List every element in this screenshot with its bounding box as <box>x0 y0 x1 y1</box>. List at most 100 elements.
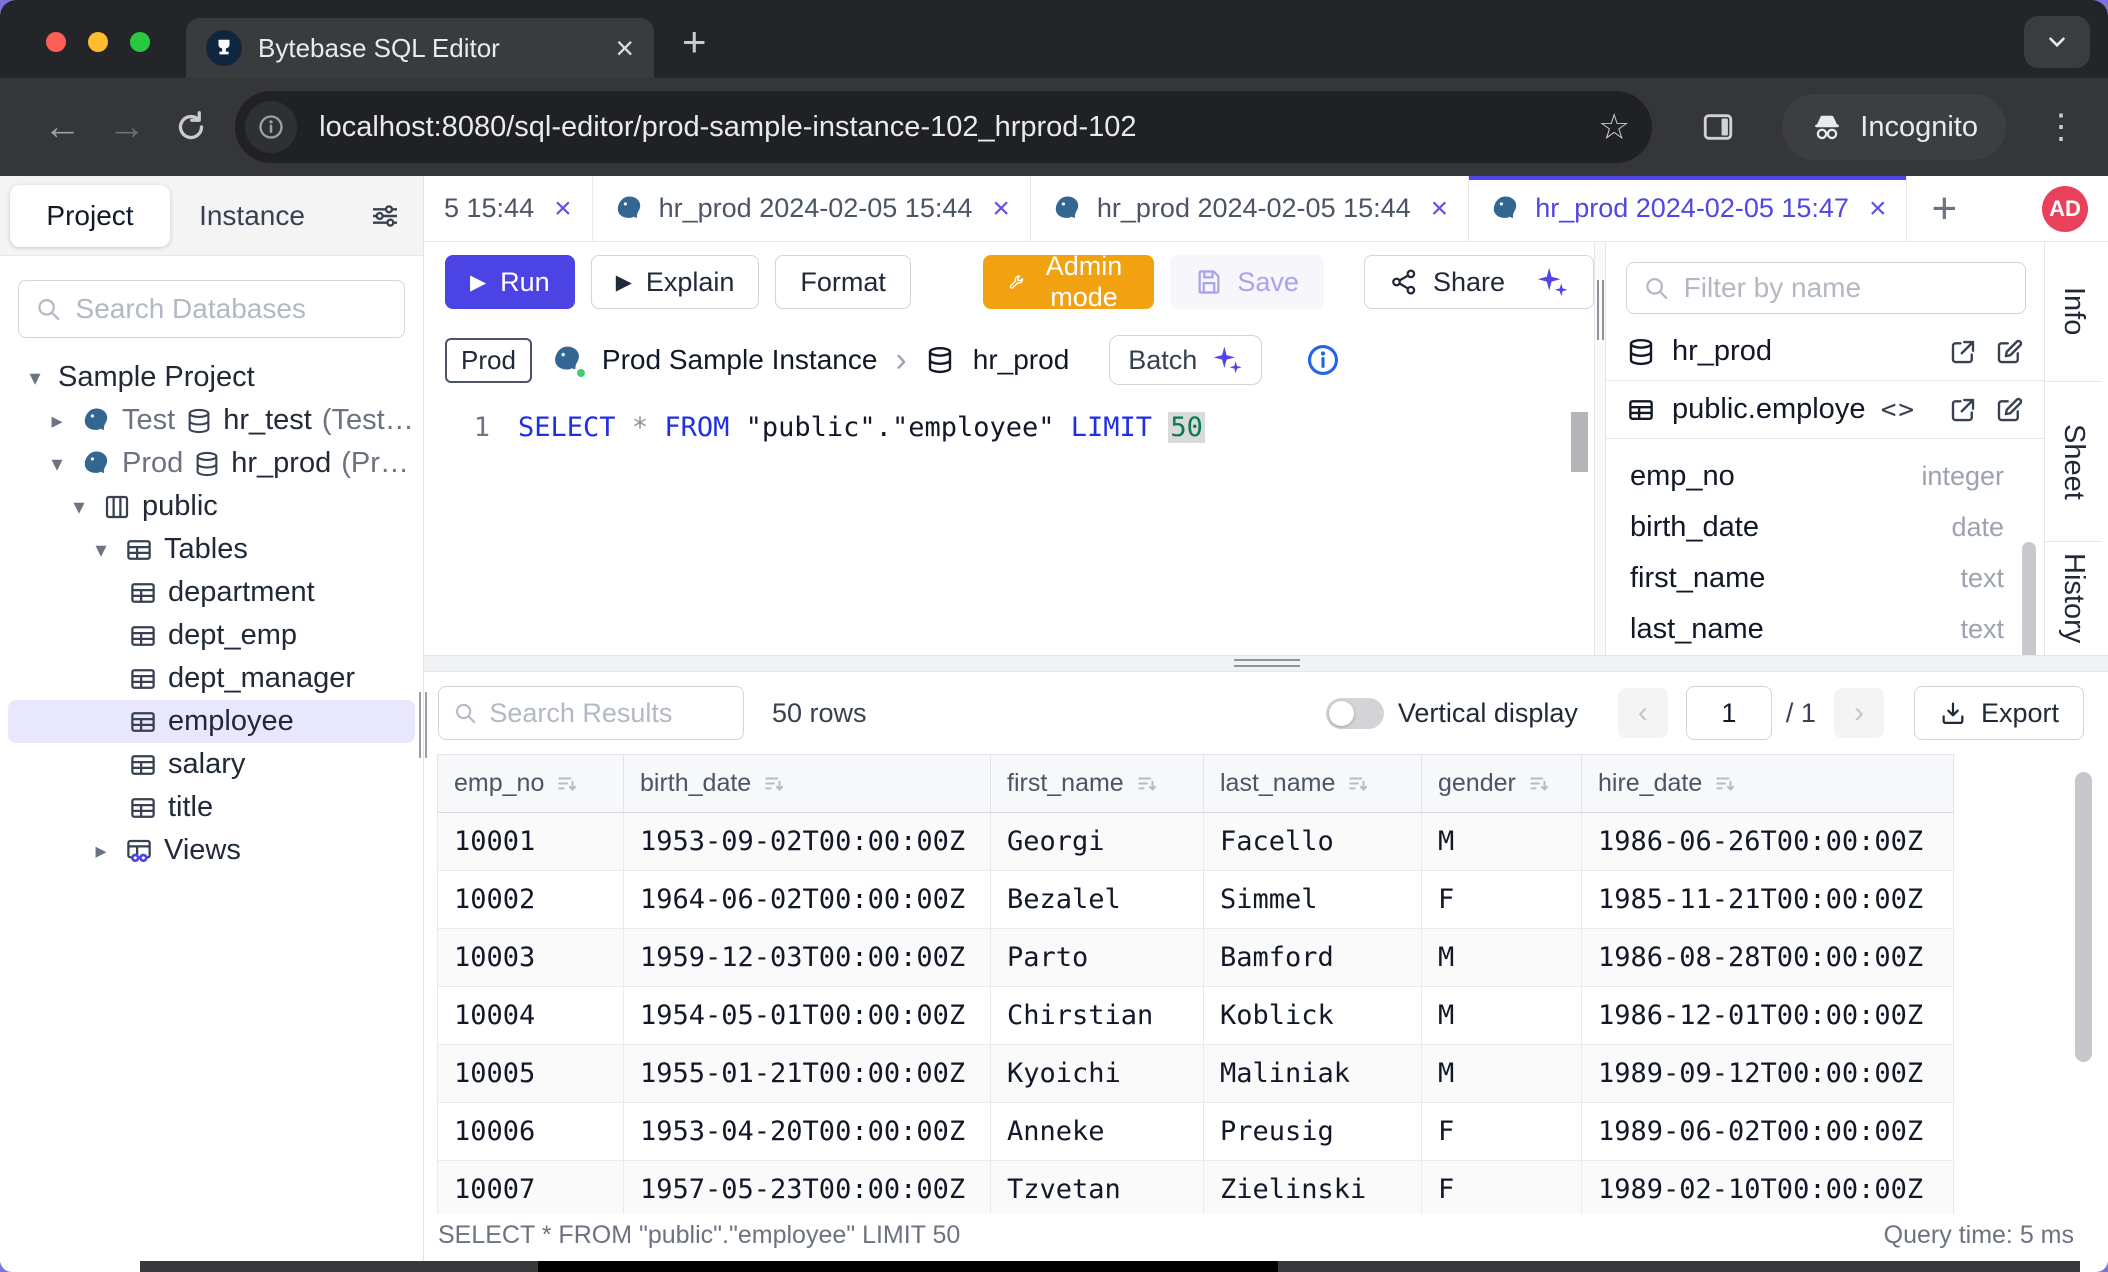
column-row[interactable]: last_name text <box>1630 604 2004 655</box>
admin-mode-button[interactable]: Admin mode <box>983 255 1154 309</box>
cell-last-name[interactable]: Bamford <box>1204 929 1422 987</box>
cell-birth-date[interactable]: 1959-12-03T00:00:00Z <box>624 929 991 987</box>
cell-emp-no[interactable]: 10004 <box>438 987 624 1045</box>
column-header[interactable]: emp_no <box>438 755 624 813</box>
close-window-button[interactable] <box>46 32 66 52</box>
table-row[interactable]: 10002 1964-06-02T00:00:00Z Bezalel Simme… <box>438 871 1954 929</box>
close-tab-icon[interactable]: × <box>1869 192 1887 226</box>
panel-resize-handle[interactable] <box>1594 242 1606 655</box>
rail-tab-history[interactable]: History <box>2045 542 2102 655</box>
format-button[interactable]: Format <box>775 255 911 309</box>
cell-first-name[interactable]: Anneke <box>991 1103 1204 1161</box>
column-row[interactable]: emp_no integer <box>1630 451 2004 502</box>
new-tab-button[interactable]: + <box>682 18 707 66</box>
results-scrollbar-thumb[interactable] <box>2075 772 2092 1062</box>
tab-project[interactable]: Project <box>10 185 170 247</box>
instance-name[interactable]: Prod Sample Instance <box>602 344 878 376</box>
close-tab-icon[interactable]: × <box>554 192 572 226</box>
chevron-down-icon[interactable]: ▾ <box>22 365 48 391</box>
tree-item-table-employee-selected[interactable]: employee <box>8 700 415 743</box>
side-panel-button[interactable] <box>1700 110 1736 144</box>
database-name[interactable]: hr_prod <box>973 344 1070 376</box>
forward-button[interactable]: → <box>94 106 158 149</box>
user-avatar[interactable]: AD <box>2042 186 2088 232</box>
cell-last-name[interactable]: Koblick <box>1204 987 1422 1045</box>
cell-first-name[interactable]: Georgi <box>991 813 1204 871</box>
cell-emp-no[interactable]: 10002 <box>438 871 624 929</box>
cell-hire-date[interactable]: 1989-09-12T00:00:00Z <box>1582 1045 1954 1103</box>
cell-birth-date[interactable]: 1964-06-02T00:00:00Z <box>624 871 991 929</box>
tab-instance[interactable]: Instance <box>170 200 334 232</box>
cell-first-name[interactable]: Parto <box>991 929 1204 987</box>
database-search[interactable] <box>18 280 405 338</box>
back-button[interactable]: ← <box>30 106 94 149</box>
cell-gender[interactable]: M <box>1422 929 1582 987</box>
cell-gender[interactable]: F <box>1422 1161 1582 1215</box>
cell-first-name[interactable]: Kyoichi <box>991 1045 1204 1103</box>
schema-filter[interactable] <box>1626 262 2026 314</box>
cell-gender[interactable]: F <box>1422 1103 1582 1161</box>
page-number-input[interactable] <box>1686 686 1772 740</box>
tree-item-table-department[interactable]: department <box>0 571 423 614</box>
chevron-down-icon[interactable]: ▾ <box>44 451 70 477</box>
cell-first-name[interactable]: Chirstian <box>991 987 1204 1045</box>
cell-gender[interactable]: M <box>1422 813 1582 871</box>
browser-tab[interactable]: Bytebase SQL Editor × <box>186 18 654 78</box>
chevron-down-icon[interactable]: ▾ <box>66 494 92 520</box>
cell-birth-date[interactable]: 1953-04-20T00:00:00Z <box>624 1103 991 1161</box>
sort-icon[interactable] <box>556 773 578 795</box>
table-row[interactable]: 10003 1959-12-03T00:00:00Z Parto Bamford… <box>438 929 1954 987</box>
cell-hire-date[interactable]: 1989-02-10T00:00:00Z <box>1582 1161 1954 1215</box>
run-button[interactable]: ▶ Run <box>445 255 575 309</box>
tree-item-hr-test[interactable]: ▸ Test hr_test (Test… <box>0 399 423 442</box>
table-row[interactable]: 10006 1953-04-20T00:00:00Z Anneke Preusi… <box>438 1103 1954 1161</box>
minimize-window-button[interactable] <box>88 32 108 52</box>
editor-tab-1[interactable]: hr_prod 2024-02-05 15:44 × <box>593 176 1031 241</box>
column-header[interactable]: birth_date <box>624 755 991 813</box>
database-search-input[interactable] <box>76 293 388 325</box>
zoom-window-button[interactable] <box>130 32 150 52</box>
rail-tab-info[interactable]: Info <box>2045 242 2102 382</box>
sql-editor[interactable]: 1 SELECT * FROM "public"."employee" LIMI… <box>424 398 1594 655</box>
tree-item-tables-group[interactable]: ▾ Tables <box>0 528 423 571</box>
cell-hire-date[interactable]: 1986-08-28T00:00:00Z <box>1582 929 1954 987</box>
edit-table-button[interactable] <box>1994 395 2024 425</box>
cell-first-name[interactable]: Bezalel <box>991 871 1204 929</box>
editor-tab-0[interactable]: 5 15:44 × <box>424 176 593 241</box>
cell-emp-no[interactable]: 10001 <box>438 813 624 871</box>
tree-item-table-dept-emp[interactable]: dept_emp <box>0 614 423 657</box>
cell-birth-date[interactable]: 1953-09-02T00:00:00Z <box>624 813 991 871</box>
tree-settings-button[interactable] <box>369 200 401 232</box>
tree-item-hr-prod[interactable]: ▾ Prod hr_prod (Pr… <box>0 442 423 485</box>
address-bar[interactable]: localhost:8080/sql-editor/prod-sample-in… <box>235 91 1652 163</box>
cell-last-name[interactable]: Facello <box>1204 813 1422 871</box>
column-header[interactable]: last_name <box>1204 755 1422 813</box>
site-info-button[interactable] <box>245 101 297 153</box>
cell-hire-date[interactable]: 1985-11-21T00:00:00Z <box>1582 871 1954 929</box>
prev-page-button[interactable]: ‹ <box>1618 688 1668 738</box>
share-button[interactable]: Share <box>1364 255 1594 309</box>
tab-search-button[interactable] <box>2024 16 2090 68</box>
save-button[interactable]: Save <box>1170 255 1324 309</box>
explain-button[interactable]: ▶ Explain <box>591 255 760 309</box>
cell-gender[interactable]: F <box>1422 871 1582 929</box>
cell-last-name[interactable]: Preusig <box>1204 1103 1422 1161</box>
cell-last-name[interactable]: Maliniak <box>1204 1045 1422 1103</box>
cell-hire-date[interactable]: 1986-06-26T00:00:00Z <box>1582 813 1954 871</box>
table-row[interactable]: 10001 1953-09-02T00:00:00Z Georgi Facell… <box>438 813 1954 871</box>
chevron-down-icon[interactable]: ▾ <box>88 537 114 563</box>
edit-database-button[interactable] <box>1994 337 2024 367</box>
cell-birth-date[interactable]: 1957-05-23T00:00:00Z <box>624 1161 991 1215</box>
next-page-button[interactable]: › <box>1834 688 1884 738</box>
add-editor-tab-button[interactable]: + <box>1907 176 1981 241</box>
cell-emp-no[interactable]: 10003 <box>438 929 624 987</box>
close-tab-icon[interactable]: × <box>992 192 1010 226</box>
cell-emp-no[interactable]: 10005 <box>438 1045 624 1103</box>
open-database-button[interactable] <box>1948 337 1978 367</box>
tree-item-views-group[interactable]: ▸ Views <box>0 829 423 872</box>
results-search[interactable] <box>438 686 744 740</box>
table-row[interactable]: 10007 1957-05-23T00:00:00Z Tzvetan Zieli… <box>438 1161 1954 1215</box>
browser-menu-button[interactable]: ⋮ <box>2044 107 2078 147</box>
cell-birth-date[interactable]: 1955-01-21T00:00:00Z <box>624 1045 991 1103</box>
results-search-input[interactable] <box>489 698 729 729</box>
